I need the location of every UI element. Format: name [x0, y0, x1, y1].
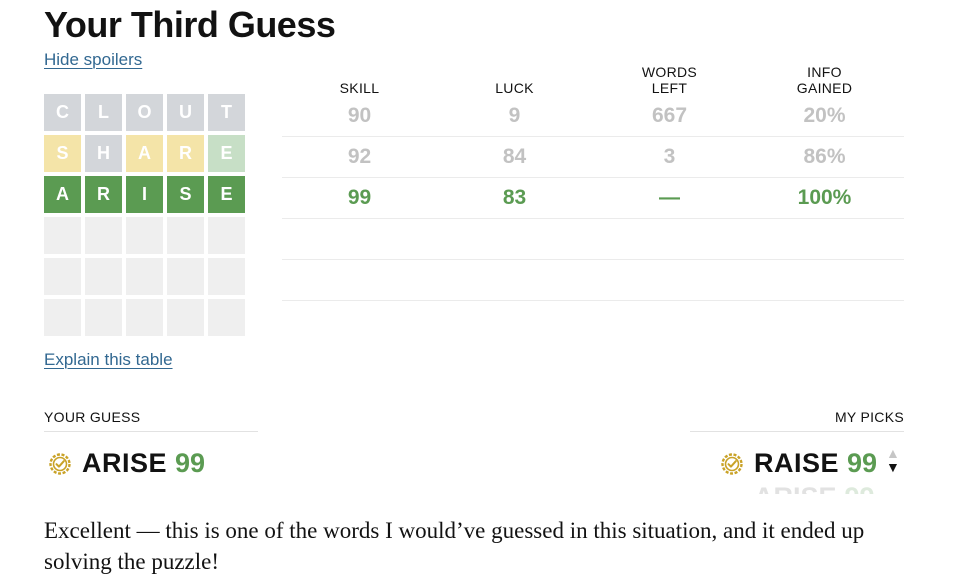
letter-tile: C — [44, 94, 81, 131]
letter-tile — [167, 217, 204, 254]
letter-tile — [44, 258, 81, 295]
grid-row: ARISE — [44, 176, 245, 213]
next-pick-peek: ARISE 99 — [720, 484, 900, 494]
luck-value: 84 — [502, 145, 527, 168]
letter-tile: I — [126, 176, 163, 213]
letter-tile: H — [85, 135, 122, 172]
letter-tile: S — [167, 176, 204, 213]
letter-tile: E — [208, 176, 245, 213]
letter-tile: T — [208, 94, 245, 131]
letter-tile: S — [44, 135, 81, 172]
words-left-value: — — [659, 186, 680, 209]
hide-spoilers-link[interactable]: Hide spoilers — [44, 50, 142, 70]
letter-tile: O — [126, 94, 163, 131]
summary-text: Excellent — this is one of the words I w… — [44, 518, 865, 574]
letter-tile: R — [85, 176, 122, 213]
grid-row — [44, 299, 245, 336]
grid-row — [44, 217, 245, 254]
stats-header: SKILL LUCK WORDS LEFT INFO GAINED — [282, 60, 904, 96]
info-gained-value: 100% — [797, 186, 852, 209]
your-guess-label: YOUR GUESS — [44, 409, 141, 425]
skill-value: 99 — [347, 186, 372, 209]
your-guess-score: 99 — [175, 448, 206, 478]
letter-tile — [44, 217, 81, 254]
header-skill: SKILL — [339, 80, 380, 96]
table-row: 92 84 3 86% — [282, 137, 904, 178]
letter-tile — [85, 217, 122, 254]
table-row-empty — [282, 219, 904, 260]
badge-check-icon — [49, 452, 71, 475]
header-info-line2: GAINED — [796, 80, 853, 96]
luck-value: 83 — [502, 186, 527, 209]
your-guess: ARISE 99 — [48, 448, 205, 479]
letter-tile: L — [85, 94, 122, 131]
header-words-left-line1: WORDS — [641, 64, 698, 80]
skill-value: 90 — [347, 104, 372, 127]
info-gained-value: 86% — [803, 145, 846, 168]
letter-tile — [208, 299, 245, 336]
letter-tile — [85, 258, 122, 295]
table-row-empty — [282, 260, 904, 301]
explain-table-link[interactable]: Explain this table — [44, 350, 173, 370]
header-luck: LUCK — [495, 80, 534, 96]
luck-value: 9 — [508, 104, 521, 127]
divider — [690, 431, 904, 432]
my-pick-word: RAISE — [754, 448, 840, 478]
info-gained-value: 20% — [803, 104, 846, 127]
words-left-value: 3 — [663, 145, 676, 168]
words-left-value: 667 — [651, 104, 688, 127]
table-row: 99 83 — 100% — [282, 178, 904, 219]
letter-tile — [126, 217, 163, 254]
grid-row: SHARE — [44, 135, 245, 172]
letter-tile: E — [208, 135, 245, 172]
letter-tile — [167, 299, 204, 336]
letter-tile — [208, 258, 245, 295]
page-title: Your Third Guess — [44, 4, 336, 45]
my-pick: RAISE 99 — [720, 448, 877, 479]
header-words-left: WORDS LEFT — [592, 64, 747, 96]
letter-tile — [126, 258, 163, 295]
letter-tile: A — [126, 135, 163, 172]
my-picks-label: MY PICKS — [834, 409, 904, 425]
skill-value: 92 — [347, 145, 372, 168]
arrow-down-icon[interactable]: ▼ — [886, 460, 900, 474]
letter-tile — [208, 217, 245, 254]
table-row: 90 9 667 20% — [282, 96, 904, 137]
my-pick-score: 99 — [847, 448, 878, 478]
grid-row: CLOUT — [44, 94, 245, 131]
header-info-line1: INFO — [807, 64, 842, 80]
your-guess-word: ARISE — [82, 448, 168, 478]
letter-tile — [85, 299, 122, 336]
next-pick-score: 99 — [845, 484, 875, 494]
header-info-gained: INFO GAINED — [747, 64, 902, 96]
divider — [44, 431, 258, 432]
pick-scroller[interactable]: ▲ ▼ — [886, 446, 900, 474]
grid-row — [44, 258, 245, 295]
letter-tile: U — [167, 94, 204, 131]
guess-grid: CLOUTSHAREARISE — [44, 94, 245, 340]
stats-table: SKILL LUCK WORDS LEFT INFO GAINED 90 9 6… — [282, 60, 904, 301]
badge-check-icon — [721, 452, 743, 475]
letter-tile: A — [44, 176, 81, 213]
letter-tile — [44, 299, 81, 336]
letter-tile — [167, 258, 204, 295]
letter-tile: R — [167, 135, 204, 172]
arrow-up-icon[interactable]: ▲ — [886, 446, 900, 460]
letter-tile — [126, 299, 163, 336]
header-words-left-line2: LEFT — [651, 80, 688, 96]
next-pick-word: ARISE — [754, 484, 837, 494]
